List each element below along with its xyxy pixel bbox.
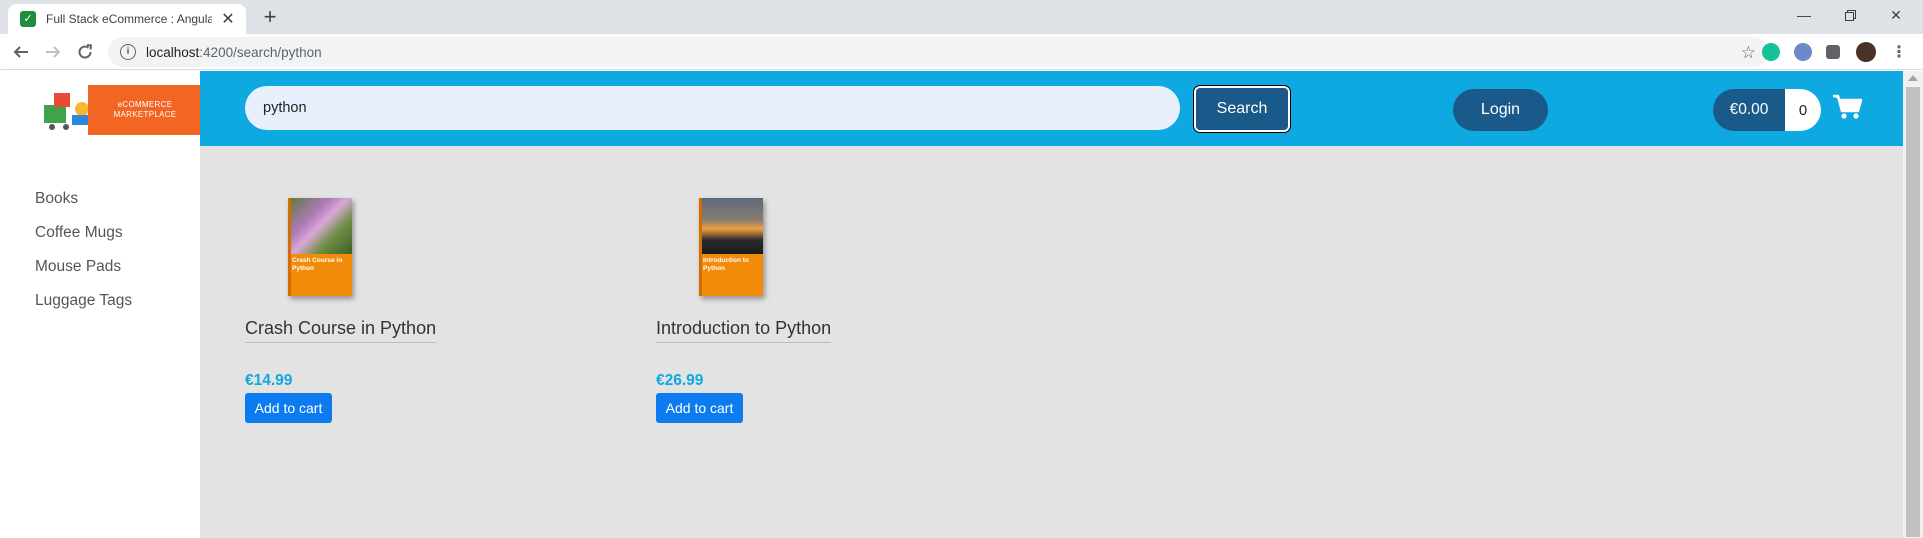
product-image[interactable]: Introduction to Python [699,198,763,296]
browser-tab[interactable]: ✓ Full Stack eCommerce : Angular a ✕ [8,4,246,34]
cover-title: Introduction to Python [703,257,749,272]
minimize-icon[interactable]: — [1781,0,1827,30]
tab-title: Full Stack eCommerce : Angular a [46,12,212,26]
info-icon[interactable]: i [120,44,136,60]
new-tab-icon[interactable]: + [258,5,282,29]
header: Search Login €0.00 0 [200,71,1903,146]
kebab-menu-icon[interactable]: ⋮ [1887,40,1911,64]
page-scrollbar[interactable] [1903,71,1923,538]
tab-close-icon[interactable]: ✕ [220,9,236,29]
logo-text-line2: MARKETPLACE [113,110,177,119]
search-button[interactable]: Search [1193,85,1291,133]
sidebar-item-mouse-pads[interactable]: Mouse Pads [35,258,121,276]
product-image[interactable]: Crash Course in Python [288,198,352,296]
puzzle-icon[interactable] [1826,45,1840,59]
cover-title: Crash Course in Python [292,257,343,272]
category-sidebar: Books Coffee Mugs Mouse Pads Luggage Tag… [0,146,200,538]
add-to-cart-button[interactable]: Add to cart [245,393,332,423]
reload-icon[interactable] [73,40,97,64]
search-input[interactable] [245,86,1180,130]
back-icon[interactable] [9,40,33,64]
scrollbar-thumb[interactable] [1906,87,1920,537]
sidebar-item-books[interactable]: Books [35,190,78,208]
favicon-icon: ✓ [20,11,36,27]
sidebar-item-coffee-mugs[interactable]: Coffee Mugs [35,224,123,242]
login-button[interactable]: Login [1453,89,1548,131]
shopping-cart-icon[interactable] [1833,94,1863,120]
avatar[interactable] [1856,42,1876,62]
add-to-cart-button[interactable]: Add to cart [656,393,743,423]
logo[interactable]: eCOMMERCE MARKETPLACE [38,83,202,135]
restore-icon[interactable] [1827,0,1873,30]
browser-toolbar: i localhost:4200/search/python ☆ ⋮ [0,34,1923,70]
url-text: localhost:4200/search/python [146,44,322,60]
cart-total[interactable]: €0.00 [1713,89,1785,131]
product-price: €14.99 [245,372,293,389]
extension-icon[interactable] [1794,43,1812,61]
address-bar[interactable]: i localhost:4200/search/python ☆ [108,37,1768,67]
sidebar-item-luggage-tags[interactable]: Luggage Tags [35,292,132,310]
product-title[interactable]: Introduction to Python [656,318,832,343]
browser-tabstrip: ✓ Full Stack eCommerce : Angular a ✕ + —… [0,0,1923,34]
logo-area: eCOMMERCE MARKETPLACE [0,71,202,146]
close-window-icon[interactable]: ✕ [1873,0,1919,30]
logo-badge: eCOMMERCE MARKETPLACE [88,85,202,135]
logo-text-line1: eCOMMERCE [117,100,173,109]
product-price: €26.99 [656,372,704,389]
cart-count[interactable]: 0 [1785,89,1821,131]
grammarly-icon[interactable] [1762,43,1780,61]
bookmark-star-icon[interactable]: ☆ [1741,43,1756,63]
product-title[interactable]: Crash Course in Python [245,318,437,343]
scroll-up-icon[interactable] [1908,75,1918,81]
forward-icon[interactable] [41,40,65,64]
product-grid: Crash Course in Python Crash Course in P… [200,146,1903,538]
